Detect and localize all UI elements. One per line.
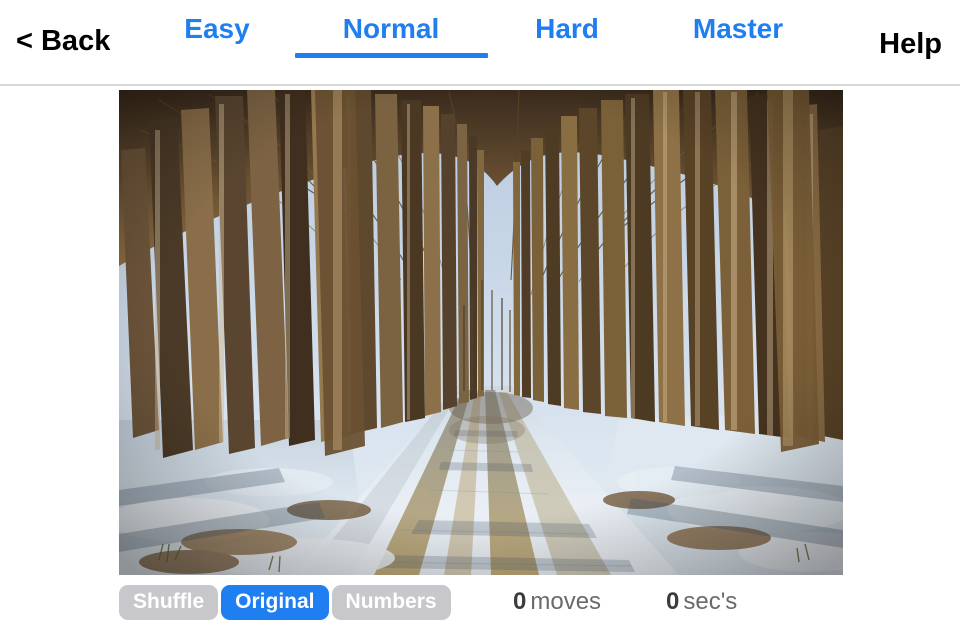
moves-value: 0 [513, 588, 527, 615]
tab-label: Hard [535, 13, 599, 44]
button-label: Numbers [345, 590, 437, 613]
selected-tab-underline [295, 53, 488, 58]
seconds-label: sec's [683, 588, 738, 615]
original-button[interactable]: Original [221, 585, 329, 620]
seconds-value: 0 [666, 588, 680, 615]
top-navigation-bar: < Back Easy Normal Hard Master Help [0, 0, 960, 86]
back-button[interactable]: < Back [16, 25, 110, 58]
button-label: Shuffle [133, 590, 205, 613]
tab-normal[interactable]: Normal [343, 13, 439, 45]
numbers-button[interactable]: Numbers [331, 585, 451, 620]
mode-button-group: Shuffle Original Numbers [119, 585, 451, 620]
puzzle-board[interactable] [119, 90, 843, 575]
shuffle-button[interactable]: Shuffle [119, 585, 219, 620]
tab-label: Normal [342, 13, 440, 44]
puzzle-photo[interactable] [119, 90, 843, 575]
bottom-toolbar: Shuffle Original Numbers 0 moves 0 sec's [0, 578, 960, 640]
button-label: Original [235, 590, 315, 613]
tab-hard[interactable]: Hard [535, 13, 599, 45]
help-button-label: Help [879, 28, 942, 60]
moves-counter: 0 moves [513, 588, 601, 616]
tab-easy[interactable]: Easy [184, 13, 249, 45]
back-button-label: < Back [16, 25, 111, 57]
moves-label: moves [530, 588, 602, 615]
tab-label: Easy [184, 13, 250, 44]
tab-master[interactable]: Master [693, 13, 783, 45]
help-button[interactable]: Help [879, 28, 942, 61]
tab-label: Master [692, 13, 784, 44]
seconds-counter: 0 sec's [666, 588, 737, 616]
